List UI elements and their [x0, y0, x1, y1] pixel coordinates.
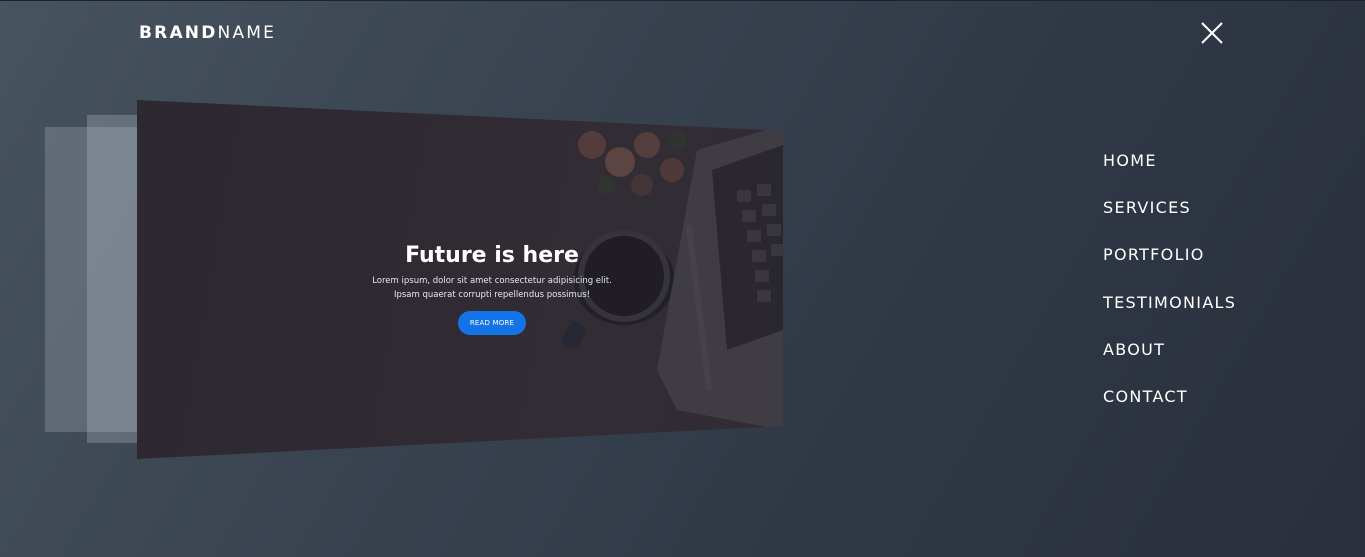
hero-title: Future is here [405, 243, 579, 268]
hero-description-line-1: Lorem ipsum, dolor sit amet consectetur … [372, 276, 612, 286]
nav-item-services[interactable]: SERVICES [1103, 197, 1236, 244]
brand-name-bold: BRAND [139, 23, 218, 43]
close-icon [1201, 22, 1223, 44]
hero-content: Future is here Lorem ipsum, dolor sit am… [367, 242, 617, 335]
hero-description-line-2: Ipsam quaerat corrupti repellendus possi… [393, 289, 591, 300]
nav-item-about[interactable]: ABOUT [1103, 339, 1236, 386]
main-nav: HOME SERVICES PORTFOLIO TESTIMONIALS ABO… [1103, 150, 1236, 433]
close-button[interactable] [1199, 20, 1225, 46]
brand-name-light: NAME [217, 23, 277, 43]
nav-item-testimonials[interactable]: TESTIMONIALS [1103, 292, 1236, 339]
hero-description: Lorem ipsum, dolor sit amet consectetur … [367, 275, 617, 302]
read-more-button[interactable]: READ MORE [458, 311, 526, 335]
top-border [0, 0, 1365, 1]
brand-logo[interactable]: BRANDNAME [139, 22, 276, 44]
nav-item-portfolio[interactable]: PORTFOLIO [1103, 244, 1236, 291]
nav-item-contact[interactable]: CONTACT [1103, 386, 1236, 433]
hero-slide: Future is here Lorem ipsum, dolor sit am… [137, 100, 783, 459]
nav-item-home[interactable]: HOME [1103, 150, 1236, 197]
